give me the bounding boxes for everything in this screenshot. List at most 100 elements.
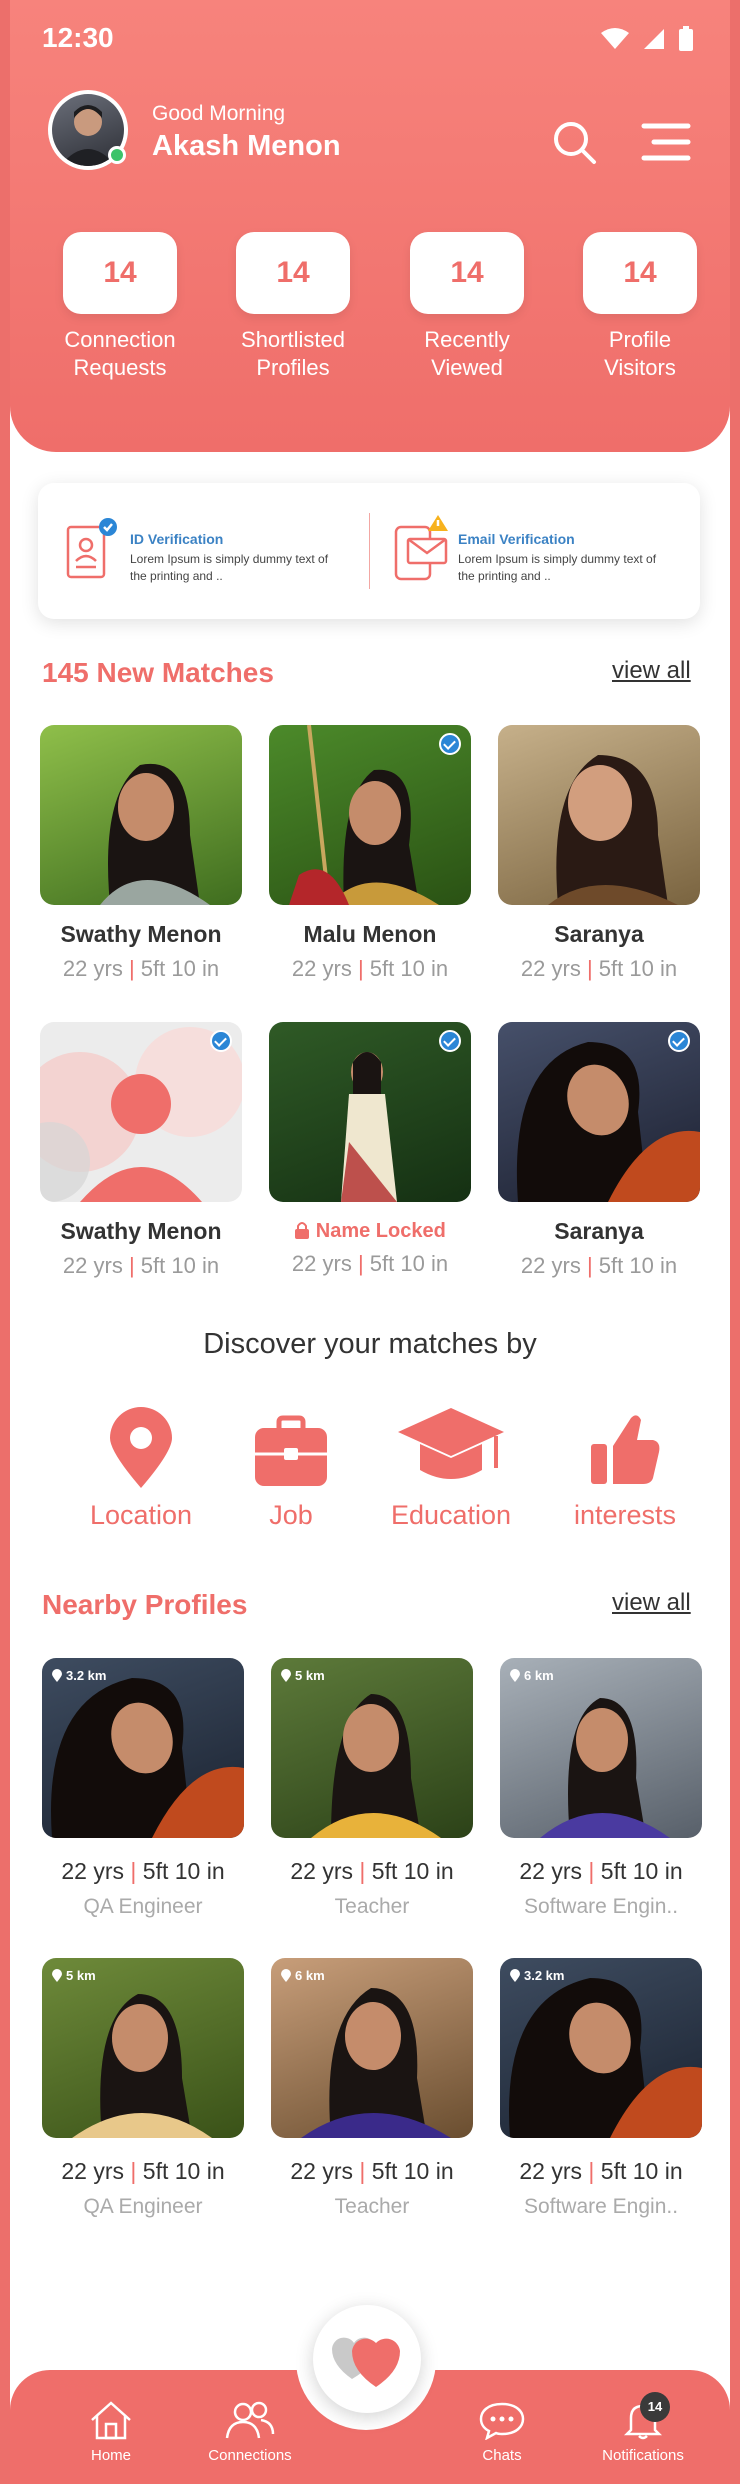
greeting-text: Good Morning: [152, 102, 286, 125]
match-card[interactable]: Saranya 22 yrs | 5ft 10 in: [498, 1022, 700, 1279]
status-time: 12:30: [42, 22, 114, 53]
pin-icon: [510, 1669, 520, 1682]
nav-home[interactable]: Home: [51, 2400, 171, 2464]
chat-icon: [479, 2402, 525, 2441]
distance-badge: 3.2 km: [510, 1968, 564, 1983]
verification-title: ID Verification: [130, 531, 224, 547]
profile-photo: 5 km: [271, 1658, 473, 1838]
stat-shortlisted-profiles[interactable]: 14 Shortlisted Profiles: [208, 232, 378, 382]
email-icon: [394, 515, 448, 581]
nav-label: Notifications: [602, 2447, 684, 2464]
match-meta: 22 yrs | 5ft 10 in: [520, 1253, 678, 1278]
verification-desc: Lorem Ipsum is simply dummy text of the …: [458, 552, 657, 583]
id-card-icon: [66, 518, 117, 579]
stat-label: Recently Viewed: [424, 327, 510, 380]
nearby-card[interactable]: 3.2 km 22 yrs | 5ft 10 in QA Engineer: [42, 1658, 244, 1919]
nearby-card[interactable]: 5 km 22 yrs | 5ft 10 in QA Engineer: [42, 1958, 244, 2219]
nearby-job: QA Engineer: [83, 1895, 203, 1918]
nearby-card[interactable]: 3.2 km 22 yrs | 5ft 10 in Software Engin…: [500, 1958, 702, 2219]
verified-badge-icon: [668, 1030, 690, 1052]
match-name: Swathy Menon: [60, 921, 222, 947]
stat-recently-viewed[interactable]: 14 Recently Viewed: [382, 232, 552, 382]
graduation-cap-icon: [398, 1408, 504, 1479]
match-card[interactable]: Swathy Menon 22 yrs | 5ft 10 in: [40, 1022, 242, 1279]
pin-icon: [52, 1969, 62, 1982]
discover-label: interests: [573, 1500, 677, 1530]
discover-job[interactable]: Job: [216, 1398, 366, 1531]
discover-interests[interactable]: interests: [550, 1398, 700, 1531]
pin-icon: [281, 1969, 291, 1982]
nearby-view-all[interactable]: view all: [612, 1589, 691, 1617]
nearby-card[interactable]: 6 km 22 yrs | 5ft 10 in Software Engin..: [500, 1658, 702, 1919]
nearby-job: Software Engin..: [523, 2195, 679, 2218]
nearby-meta: 22 yrs | 5ft 10 in: [290, 2158, 454, 2184]
menu-icon[interactable]: [640, 120, 692, 164]
discover-title: Discover your matches by: [203, 1328, 537, 1360]
new-matches-title: 145 New Matches: [42, 657, 274, 688]
match-meta: 22 yrs | 5ft 10 in: [520, 956, 678, 981]
stat-label: Shortlisted Profiles: [241, 327, 345, 380]
nav-chats[interactable]: Chats: [442, 2400, 562, 2464]
verified-badge-icon: [439, 1030, 461, 1052]
nearby-meta: 22 yrs | 5ft 10 in: [519, 2158, 683, 2184]
stat-value: 14: [236, 232, 350, 314]
status-bar: 12:30: [10, 0, 730, 80]
briefcase-icon: [255, 1415, 327, 1486]
nav-connections[interactable]: Connections: [190, 2400, 310, 2464]
verified-badge-icon: [210, 1030, 232, 1052]
nearby-title: Nearby Profiles: [42, 1589, 248, 1620]
profile-photo: [269, 1022, 471, 1202]
notification-badge: 14: [640, 2392, 670, 2422]
email-verification[interactable]: Email Verification Lorem Ipsum is simply…: [386, 511, 686, 591]
match-meta: 22 yrs | 5ft 10 in: [62, 956, 220, 981]
pin-icon: [281, 1669, 291, 1682]
match-card[interactable]: Swathy Menon 22 yrs | 5ft 10 in: [40, 725, 242, 982]
match-meta: 22 yrs | 5ft 10 in: [291, 956, 449, 981]
profile-photo: 6 km: [500, 1658, 702, 1838]
lock-icon: [295, 1222, 310, 1239]
match-card[interactable]: Name Locked 22 yrs | 5ft 10 in: [269, 1022, 471, 1277]
stat-connection-requests[interactable]: 14 Connection Requests: [35, 232, 205, 382]
people-icon: [225, 2401, 275, 2439]
id-verification[interactable]: ID Verification Lorem Ipsum is simply du…: [58, 511, 358, 591]
screen: 12:30 Good Morning Akash Menon 14 Connec…: [10, 0, 730, 2484]
match-name: Saranya: [554, 921, 644, 947]
profile-photo: 3.2 km: [500, 1958, 702, 2138]
profile-photo: 6 km: [271, 1958, 473, 2138]
profile-photo: 3.2 km: [42, 1658, 244, 1838]
stat-profile-visitors[interactable]: 14 Profile Visitors: [555, 232, 725, 382]
heart-icon: [332, 2337, 400, 2387]
nav-label: Connections: [208, 2447, 292, 2464]
nearby-card[interactable]: 5 km 22 yrs | 5ft 10 in Teacher: [271, 1658, 473, 1919]
verification-card: ID Verification Lorem Ipsum is simply du…: [38, 483, 700, 619]
match-card[interactable]: Saranya 22 yrs | 5ft 10 in: [498, 725, 700, 982]
signal-icon: [644, 29, 664, 49]
discover-education[interactable]: Education: [376, 1398, 526, 1531]
stat-label: Connection Requests: [64, 327, 176, 380]
nearby-job: QA Engineer: [83, 2195, 203, 2218]
discover-location[interactable]: Location: [66, 1398, 216, 1531]
nearby-card[interactable]: 6 km 22 yrs | 5ft 10 in Teacher: [271, 1958, 473, 2219]
pin-icon: [510, 1969, 520, 1982]
discover-label: Location: [89, 1500, 193, 1530]
header: 12:30 Good Morning Akash Menon 14 Connec…: [10, 0, 730, 452]
nearby-job: Software Engin..: [523, 1895, 679, 1918]
divider: [369, 513, 370, 589]
home-icon: [91, 2401, 131, 2440]
distance-badge: 6 km: [281, 1968, 325, 1983]
wifi-icon: [601, 28, 629, 49]
new-matches-view-all[interactable]: view all: [612, 657, 691, 685]
search-icon[interactable]: [550, 118, 598, 166]
avatar[interactable]: [48, 90, 128, 170]
match-name: Malu Menon: [303, 921, 437, 947]
match-name: Saranya: [554, 1218, 644, 1244]
match-card[interactable]: Malu Menon 22 yrs | 5ft 10 in: [269, 725, 471, 982]
distance-badge: 6 km: [510, 1668, 554, 1683]
map-pin-icon: [110, 1407, 172, 1488]
match-heart-button[interactable]: [313, 2305, 421, 2413]
nav-label: Home: [90, 2447, 131, 2464]
verification-title: Email Verification: [458, 531, 575, 547]
stat-label: Profile Visitors: [604, 327, 676, 380]
profile-photo: [40, 725, 242, 905]
stat-value: 14: [583, 232, 697, 314]
